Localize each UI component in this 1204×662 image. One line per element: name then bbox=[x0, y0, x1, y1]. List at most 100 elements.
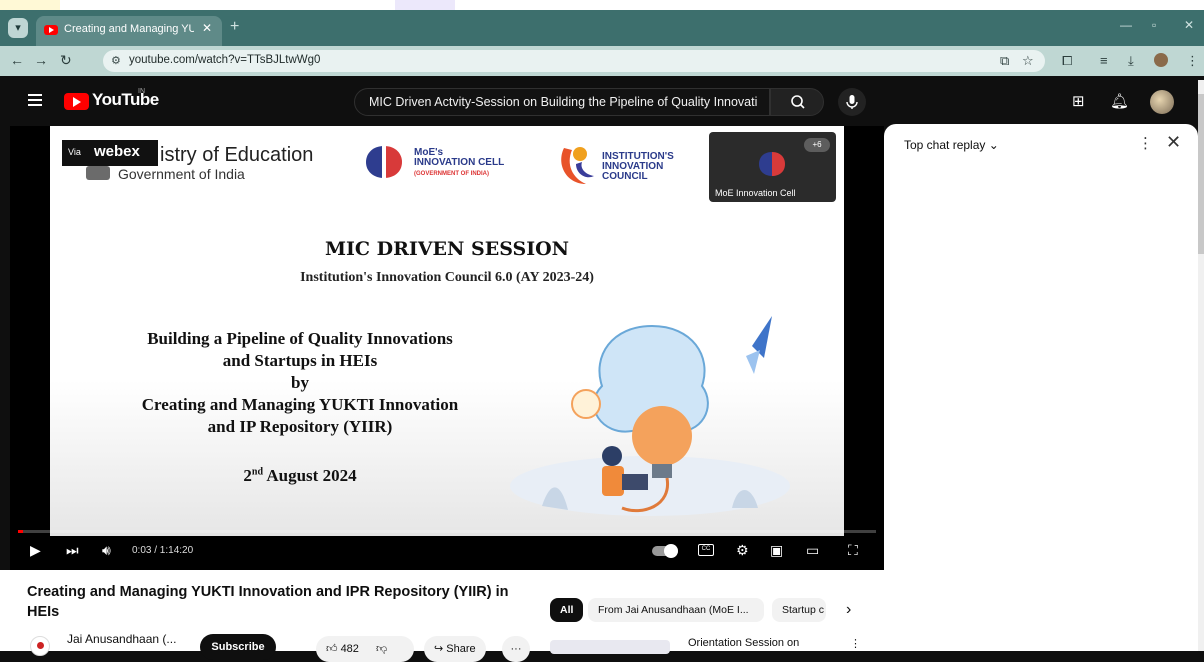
browser-tab[interactable]: Creating and Managing YUKTI I ✕ bbox=[36, 16, 222, 46]
maximize-icon[interactable]: ▫ bbox=[1152, 18, 1156, 32]
chip-startup[interactable]: Startup c bbox=[772, 598, 826, 622]
progress-bar[interactable] bbox=[18, 530, 876, 533]
search-icon bbox=[791, 95, 805, 109]
like-count: 482 bbox=[340, 643, 359, 655]
ministry-heading: istry of Education bbox=[160, 144, 314, 166]
related-video-thumbnail[interactable] bbox=[550, 640, 670, 654]
minimize-icon[interactable]: — bbox=[1120, 18, 1132, 32]
moe-cell-text: MoE's INNOVATION CELL (GOVERNMENT OF IND… bbox=[414, 148, 504, 179]
thumbs-down-icon: 👎︎ bbox=[375, 643, 388, 655]
moe-cell-line2: INNOVATION CELL bbox=[414, 157, 505, 168]
voice-search-button[interactable] bbox=[838, 88, 866, 116]
youtube-header: YouTube IN MIC Driven Actvity-Session on… bbox=[0, 76, 1204, 126]
webex-logo-text: webex bbox=[94, 143, 140, 160]
video-frame: Via webex istry of Education Government … bbox=[50, 126, 844, 536]
share-icon: ↪ bbox=[434, 643, 444, 655]
page-scrollbar[interactable] bbox=[1198, 80, 1204, 651]
browser-tab-bar: ▾ Creating and Managing YUKTI I ✕ + — ▫ … bbox=[0, 10, 1204, 46]
miniplayer-icon[interactable]: ▣ bbox=[770, 542, 783, 559]
reading-list-icon[interactable]: ≡ bbox=[1100, 53, 1108, 68]
next-video-button[interactable]: ⏭︎ bbox=[66, 542, 79, 559]
share-label: Share bbox=[446, 643, 476, 655]
progress-fill bbox=[18, 530, 24, 533]
url-text: youtube.com/watch?v=TTsBJLtwWg0 bbox=[129, 54, 321, 66]
webex-watermark: Via webex bbox=[62, 140, 158, 166]
chat-header-label: Top chat replay bbox=[904, 138, 986, 152]
date-suffix: nd bbox=[251, 466, 264, 478]
moe-cell-line3: (GOVERNMENT OF INDIA) bbox=[414, 171, 489, 177]
chat-header[interactable]: Top chat replay ⌄ bbox=[904, 138, 999, 152]
account-avatar[interactable] bbox=[1150, 90, 1174, 114]
scrollbar-thumb[interactable] bbox=[1198, 94, 1204, 254]
slide-body-line1: Building a Pipeline of Quality Innovatio… bbox=[147, 329, 453, 348]
autoplay-toggle[interactable] bbox=[652, 544, 678, 558]
browser-menu-icon[interactable]: ⋮ bbox=[1186, 53, 1199, 69]
related-video-title[interactable]: Orientation Session on bbox=[688, 637, 799, 649]
subscribe-button[interactable]: Subscribe bbox=[200, 634, 276, 660]
extensions-icon[interactable]: ⧠ bbox=[1062, 53, 1072, 69]
theater-mode-icon[interactable]: ▭ bbox=[806, 542, 819, 559]
guide-menu-icon[interactable] bbox=[28, 94, 42, 106]
chip-all[interactable]: All bbox=[550, 598, 584, 622]
video-info-section: Creating and Managing YUKTI Innovation a… bbox=[0, 570, 884, 662]
tab-search-icon[interactable]: ▾ bbox=[8, 18, 28, 38]
slide-subtitle: Institution's Innovation Council 6.0 (AY… bbox=[300, 270, 594, 285]
create-video-icon[interactable]: ⊞ bbox=[1072, 92, 1085, 110]
search-button[interactable] bbox=[770, 88, 824, 116]
date-rest: August 2024 bbox=[263, 466, 357, 485]
reload-icon[interactable]: ↻ bbox=[60, 52, 72, 69]
download-icon[interactable]: ⤓ bbox=[1128, 53, 1134, 69]
channel-avatar[interactable] bbox=[30, 636, 50, 656]
tab-close-icon[interactable]: ✕ bbox=[202, 21, 212, 35]
youtube-logo-text[interactable]: YouTube bbox=[92, 90, 159, 110]
notifications-bell-icon[interactable]: 🔔︎ bbox=[1110, 92, 1129, 110]
top-strip-accent-2 bbox=[395, 0, 455, 10]
back-arrow-icon[interactable]: ← bbox=[10, 52, 24, 68]
slide-body-line2: and Startups in HEIs bbox=[222, 351, 378, 370]
chat-close-icon[interactable]: ✕ bbox=[1166, 132, 1181, 153]
iic-line3: COUNCIL bbox=[602, 171, 648, 182]
iic-logo-icon bbox=[561, 147, 594, 184]
moe-brain-logo-icon bbox=[366, 146, 402, 178]
play-button[interactable]: ▶ bbox=[30, 542, 41, 559]
slide-body-line3: by bbox=[291, 373, 309, 392]
install-app-icon[interactable]: ⧉ bbox=[1000, 53, 1009, 69]
address-bar[interactable]: ⚙ youtube.com/watch?v=TTsBJLtwWg0 bbox=[103, 50, 1045, 72]
settings-gear-icon[interactable]: ⚙ bbox=[736, 542, 749, 559]
video-title: Creating and Managing YUKTI Innovation a… bbox=[27, 584, 509, 620]
youtube-logo-icon[interactable] bbox=[64, 93, 89, 110]
top-strip-accent bbox=[0, 0, 60, 10]
bookmark-star-icon[interactable]: ☆ bbox=[1022, 53, 1034, 69]
like-button[interactable]: 👍︎ 482 👎︎ bbox=[316, 636, 414, 662]
site-info-icon[interactable]: ⚙ bbox=[111, 54, 121, 67]
new-tab-button[interactable]: + bbox=[230, 18, 239, 36]
profile-avatar[interactable] bbox=[1154, 53, 1168, 67]
forward-arrow-icon[interactable]: → bbox=[34, 52, 48, 68]
date-day: 2 bbox=[243, 466, 252, 485]
chips-next-arrow-icon[interactable]: › bbox=[836, 598, 861, 622]
video-player[interactable]: Via webex istry of Education Government … bbox=[10, 126, 884, 570]
address-bar-row: ← → ↻ ⚙ youtube.com/watch?v=TTsBJLtwWg0 … bbox=[0, 46, 1204, 76]
national-emblem-icon bbox=[86, 166, 110, 180]
search-query: MIC Driven Actvity-Session on Building t… bbox=[369, 95, 758, 109]
channel-name[interactable]: Jai Anusandhaan (... bbox=[67, 632, 176, 646]
participant-camera-tile: +6 MoE Innovation Cell bbox=[709, 132, 836, 202]
mic-icon bbox=[846, 95, 858, 109]
share-button[interactable]: ↪ Share bbox=[424, 636, 486, 662]
iic-text: INSTITUTION'S INNOVATION COUNCIL bbox=[602, 152, 674, 182]
fullscreen-icon[interactable]: ⛶ bbox=[848, 542, 858, 559]
search-input[interactable]: MIC Driven Actvity-Session on Building t… bbox=[354, 88, 770, 116]
chat-replay-panel: Top chat replay ⌄ ⋮ ✕ bbox=[884, 124, 1198, 651]
chevron-down-icon: ⌄ bbox=[988, 138, 999, 152]
close-window-icon[interactable]: ✕ bbox=[1184, 18, 1194, 32]
subtitles-button[interactable]: CC bbox=[698, 544, 714, 556]
chat-more-icon[interactable]: ⋮ bbox=[1138, 134, 1153, 152]
slide-body-line5: and IP Repository (YIIR) bbox=[207, 417, 393, 436]
slide-date: 2nd August 2024 bbox=[90, 466, 510, 486]
related-video-menu-icon[interactable]: ⋮ bbox=[850, 637, 861, 650]
volume-icon[interactable]: 🔊︎ bbox=[102, 542, 111, 559]
innovation-illustration bbox=[510, 316, 790, 516]
government-text: Government of India bbox=[118, 166, 245, 182]
more-actions-button[interactable]: ··· bbox=[502, 636, 530, 662]
chip-from-channel[interactable]: From Jai Anusandhaan (MoE I... bbox=[588, 598, 764, 622]
